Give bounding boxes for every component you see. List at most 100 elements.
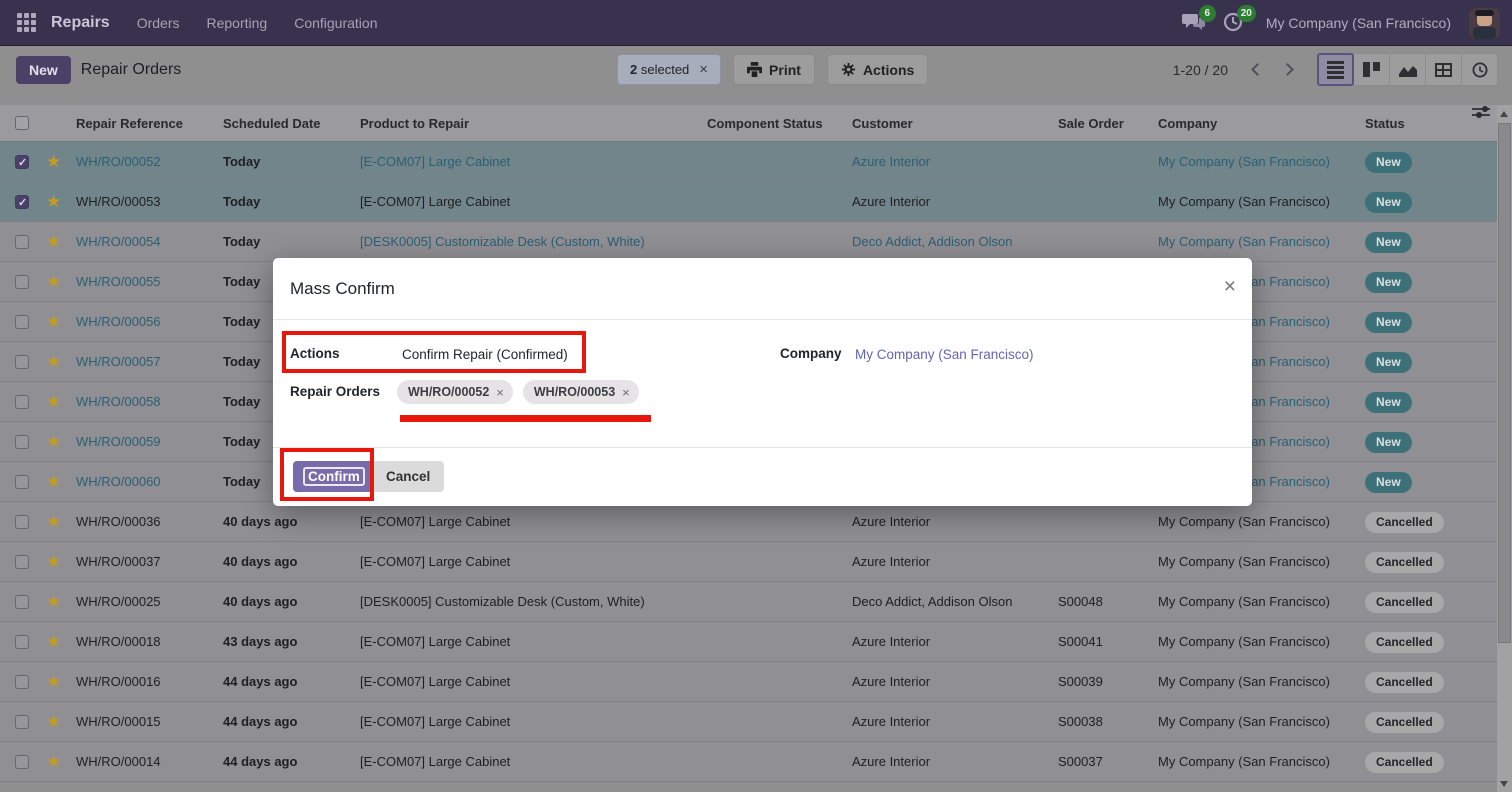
header-scheduled-date[interactable]: Scheduled Date [223,105,321,142]
header-company[interactable]: Company [1158,105,1217,142]
table-row[interactable]: ★ WH/RO/00014 44 days ago [E-COM07] Larg… [0,742,1497,782]
view-graph-button[interactable] [1389,53,1426,86]
cell-customer: Azure Interior [852,662,930,702]
favorite-star-icon[interactable]: ★ [46,632,61,651]
row-checkbox[interactable] [15,595,29,609]
table-row[interactable]: ★ WH/RO/00052 Today [E-COM07] Large Cabi… [0,142,1497,182]
favorite-star-icon[interactable]: ★ [46,752,61,771]
favorite-star-icon[interactable]: ★ [46,392,61,411]
row-checkbox[interactable] [15,675,29,689]
tag-delete-icon[interactable]: × [496,385,504,400]
optional-columns-button[interactable] [1472,105,1490,142]
row-checkbox[interactable] [15,315,29,329]
cell-company: My Company (San Francisco) [1158,182,1330,222]
scroll-up-icon[interactable] [1500,111,1508,117]
view-activity-button[interactable] [1461,53,1498,86]
menu-reporting[interactable]: Reporting [207,15,268,31]
row-checkbox[interactable] [15,555,29,569]
header-product[interactable]: Product to Repair [360,105,469,142]
messages-button[interactable]: 6 [1182,11,1208,35]
header-sale-order[interactable]: Sale Order [1058,105,1124,142]
favorite-star-icon[interactable]: ★ [46,352,61,371]
menu-orders[interactable]: Orders [137,15,180,31]
table-row[interactable]: ★ WH/RO/00037 40 days ago [E-COM07] Larg… [0,542,1497,582]
selected-label: selected [641,62,689,77]
activities-count-badge: 20 [1237,5,1256,22]
new-button[interactable]: New [16,56,71,84]
clear-selection-icon[interactable]: × [699,61,708,78]
favorite-star-icon[interactable]: ★ [46,592,61,611]
favorite-star-icon[interactable]: ★ [46,312,61,331]
scroll-down-icon[interactable] [1500,781,1508,787]
table-row[interactable]: ★ WH/RO/00053 Today [E-COM07] Large Cabi… [0,182,1497,222]
pager-previous-button[interactable] [1242,54,1272,86]
header-repair-reference[interactable]: Repair Reference [76,105,183,142]
status-badge: New [1365,432,1412,453]
close-icon[interactable]: × [1224,275,1236,299]
table-row[interactable]: ★ WH/RO/00016 44 days ago [E-COM07] Larg… [0,662,1497,702]
company-field-value[interactable]: My Company (San Francisco) [855,347,1034,362]
row-checkbox[interactable] [15,635,29,649]
table-row[interactable]: ★ WH/RO/00054 Today [DESK0005] Customiza… [0,222,1497,262]
favorite-star-icon[interactable]: ★ [46,672,61,691]
favorite-star-icon[interactable]: ★ [46,712,61,731]
favorite-star-icon[interactable]: ★ [46,232,61,251]
select-all-checkbox[interactable] [15,116,29,130]
header-component-status[interactable]: Component Status [707,105,823,142]
print-button[interactable]: Print [733,54,815,85]
list-view-icon [1327,61,1344,79]
table-row[interactable]: ★ WH/RO/00036 40 days ago [E-COM07] Larg… [0,502,1497,542]
cell-repair-reference: WH/RO/00052 [76,142,161,182]
header-customer[interactable]: Customer [852,105,913,142]
view-pivot-button[interactable] [1425,53,1462,86]
status-badge: Cancelled [1365,752,1444,773]
row-checkbox[interactable] [15,195,29,209]
status-badge: New [1365,392,1412,413]
scrollbar-thumb[interactable] [1498,123,1511,643]
company-switcher[interactable]: My Company (San Francisco) [1266,15,1451,31]
favorite-star-icon[interactable]: ★ [46,192,61,211]
gear-icon [841,62,856,77]
view-list-button[interactable] [1317,53,1354,86]
favorite-star-icon[interactable]: ★ [46,432,61,451]
favorite-star-icon[interactable]: ★ [46,472,61,491]
cell-scheduled-date: 40 days ago [223,542,297,582]
row-checkbox[interactable] [15,235,29,249]
table-row[interactable]: ★ WH/RO/00018 43 days ago [E-COM07] Larg… [0,622,1497,662]
row-checkbox[interactable] [15,275,29,289]
confirm-button[interactable]: Confirm [293,461,375,492]
row-checkbox[interactable] [15,475,29,489]
user-avatar[interactable] [1469,8,1500,39]
row-checkbox[interactable] [15,715,29,729]
dialog-title: Mass Confirm [290,279,395,299]
status-badge: Cancelled [1365,512,1444,533]
activities-button[interactable]: 20 [1222,11,1248,35]
row-checkbox[interactable] [15,155,29,169]
favorite-star-icon[interactable]: ★ [46,552,61,571]
favorite-star-icon[interactable]: ★ [46,152,61,171]
app-name[interactable]: Repairs [51,14,110,32]
pager-next-button[interactable] [1272,54,1302,86]
header-status[interactable]: Status [1365,105,1405,142]
tag-delete-icon[interactable]: × [622,385,630,400]
actions-field-value[interactable]: Confirm Repair (Confirmed) [402,347,568,362]
apps-menu-icon[interactable] [17,13,36,32]
cell-company: My Company (San Francisco) [1158,702,1330,742]
row-checkbox[interactable] [15,355,29,369]
actions-button[interactable]: Actions [827,54,928,85]
table-row[interactable]: ★ WH/RO/00015 44 days ago [E-COM07] Larg… [0,702,1497,742]
cell-customer: Deco Addict, Addison Olson [852,222,1012,262]
cancel-button[interactable]: Cancel [372,461,444,492]
view-kanban-button[interactable] [1353,53,1390,86]
row-checkbox[interactable] [15,515,29,529]
favorite-star-icon[interactable]: ★ [46,272,61,291]
table-row[interactable]: ★ WH/RO/00025 40 days ago [DESK0005] Cus… [0,582,1497,622]
actions-label: Actions [863,62,914,78]
row-checkbox[interactable] [15,755,29,769]
menu-configuration[interactable]: Configuration [294,15,377,31]
favorite-star-icon[interactable]: ★ [46,512,61,531]
row-checkbox[interactable] [15,395,29,409]
vertical-scrollbar[interactable] [1497,105,1512,792]
repair-orders-tags[interactable]: WH/RO/00052 × WH/RO/00053 × [397,380,639,404]
row-checkbox[interactable] [15,435,29,449]
